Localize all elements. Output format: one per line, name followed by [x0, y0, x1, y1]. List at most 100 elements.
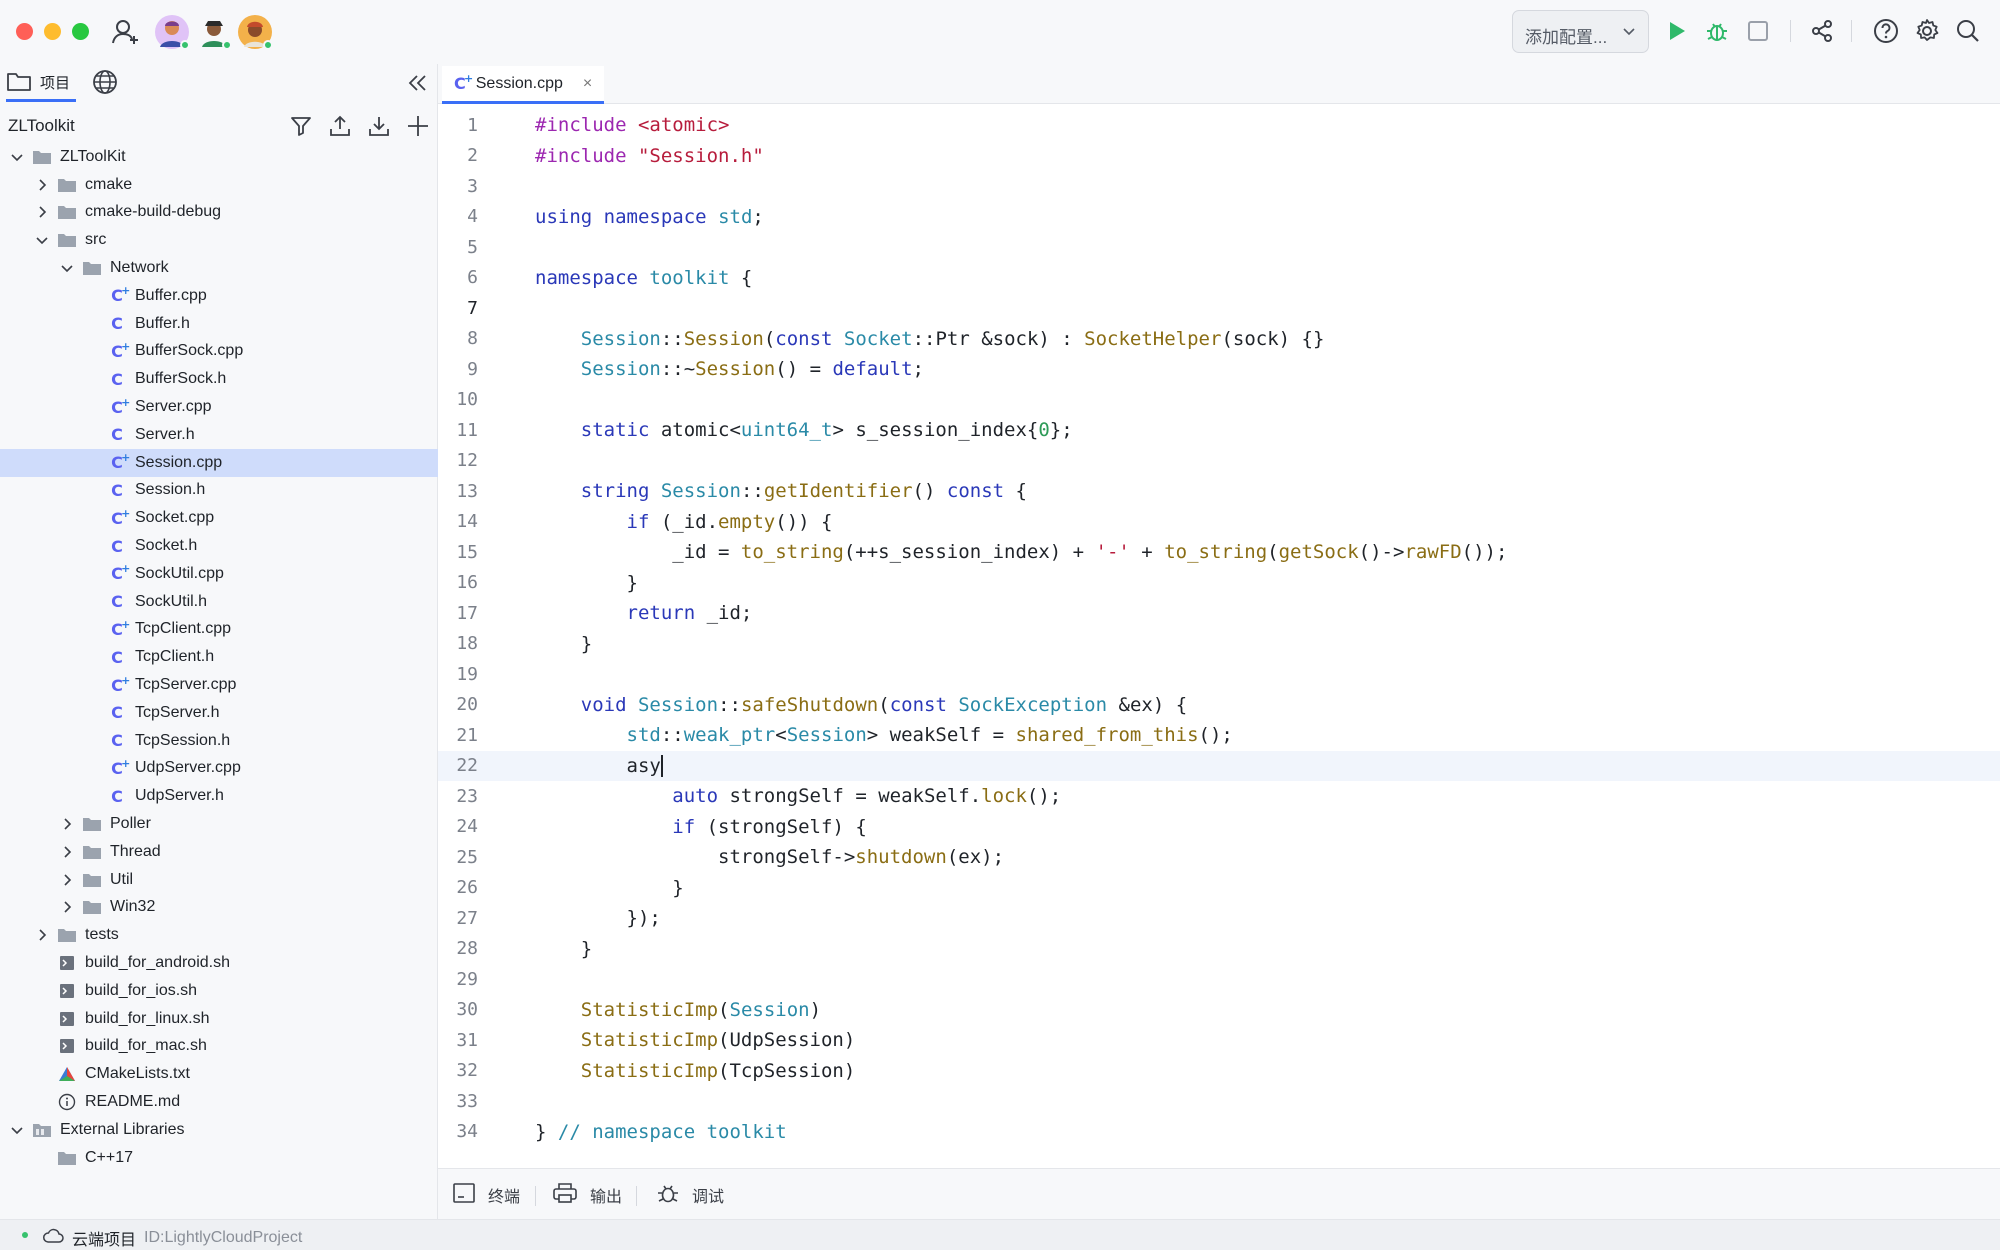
code-line[interactable]: 18 } [438, 629, 2000, 660]
tree-item[interactable]: C TcpSession.h [0, 727, 438, 755]
tab-output[interactable]: 输出 [552, 1182, 622, 1207]
tree-item[interactable]: C++17 [0, 1144, 438, 1172]
code-line[interactable]: 32 StatisticImp(TcpSession) [438, 1056, 2000, 1087]
help-icon[interactable] [1871, 16, 1901, 46]
minimize-window-button[interactable] [44, 23, 61, 40]
tree-item[interactable]: README.md [0, 1088, 438, 1116]
tree-item[interactable]: Network [0, 254, 438, 282]
code-line[interactable]: 14 if (_id.empty()) { [438, 507, 2000, 538]
code-line[interactable]: 7 [438, 293, 2000, 324]
tree-item[interactable]: build_for_ios.sh [0, 977, 438, 1005]
code-line[interactable]: 17 return _id; [438, 598, 2000, 629]
tree-item[interactable]: C Buffer.h [0, 310, 438, 338]
tree-item[interactable]: C + Session.cpp [0, 448, 438, 477]
code-line[interactable]: 19 [438, 659, 2000, 690]
code-editor[interactable]: 1 #include <atomic> 2 #include "Session.h" 3… [438, 104, 2000, 1168]
code-line[interactable]: 23 auto strongSelf = weakSelf.lock(); [438, 781, 2000, 812]
code-line[interactable]: 30 StatisticImp(Session) [438, 995, 2000, 1026]
chevron-right-icon[interactable] [33, 926, 51, 944]
chevron-right-icon[interactable] [33, 203, 51, 221]
code-line[interactable]: 2 #include "Session.h" [438, 141, 2000, 172]
tab-project[interactable]: 项目 [6, 66, 76, 102]
code-line[interactable]: 4 using namespace std; [438, 202, 2000, 233]
code-line[interactable]: 27 }); [438, 903, 2000, 934]
chevron-right-icon[interactable] [58, 843, 76, 861]
code-line[interactable]: 34} // namespace toolkit [438, 1117, 2000, 1148]
code-line[interactable]: 13 string Session::getIdentifier() const… [438, 476, 2000, 507]
add-file-icon[interactable] [405, 113, 431, 139]
maximize-window-button[interactable] [72, 23, 89, 40]
code-line[interactable]: 24 if (strongSelf) { [438, 812, 2000, 843]
tree-item[interactable]: C SockUtil.h [0, 588, 438, 616]
search-icon[interactable] [1953, 16, 1983, 46]
run-config-dropdown[interactable]: 添加配置... [1512, 10, 1649, 53]
tree-item[interactable]: cmake-build-debug [0, 199, 438, 227]
code-line[interactable]: 1 #include <atomic> [438, 110, 2000, 141]
tree-item[interactable]: tests [0, 921, 438, 949]
code-line[interactable]: 25 strongSelf->shutdown(ex); [438, 842, 2000, 873]
code-line[interactable]: 6 namespace toolkit { [438, 263, 2000, 294]
tree-item[interactable]: C Server.h [0, 421, 438, 449]
chevron-right-icon[interactable] [33, 176, 51, 194]
share-icon[interactable] [1807, 16, 1837, 46]
tree-item[interactable]: C + UdpServer.cpp [0, 755, 438, 783]
tree-item[interactable]: ZLToolKit [0, 143, 438, 171]
code-line[interactable]: 10 [438, 385, 2000, 416]
avatar[interactable] [155, 15, 190, 50]
stop-icon[interactable] [1743, 16, 1773, 46]
chevron-down-icon[interactable] [8, 1121, 26, 1139]
code-line[interactable]: 9 Session::~Session() = default; [438, 354, 2000, 385]
upload-icon[interactable] [327, 113, 353, 139]
tree-item[interactable]: build_for_linux.sh [0, 1005, 438, 1033]
tree-item[interactable]: C + Socket.cpp [0, 504, 438, 532]
chevron-right-icon[interactable] [58, 815, 76, 833]
tree-item[interactable]: CMakeLists.txt [0, 1060, 438, 1088]
tree-item[interactable]: External Libraries [0, 1116, 438, 1144]
tab-session-cpp[interactable]: C + Session.cpp × [442, 66, 605, 104]
code-line[interactable]: 15 _id = to_string(++s_session_index) + … [438, 537, 2000, 568]
chevron-down-icon[interactable] [8, 148, 26, 166]
code-line[interactable]: 28 } [438, 934, 2000, 965]
chevron-down-icon[interactable] [58, 259, 76, 277]
code-line[interactable]: 20 void Session::safeShutdown(const Sock… [438, 690, 2000, 721]
tree-item[interactable]: src [0, 226, 438, 254]
code-line[interactable]: 8 Session::Session(const Socket::Ptr &so… [438, 324, 2000, 355]
debug-icon[interactable] [1702, 16, 1732, 46]
tree-item[interactable]: Util [0, 866, 438, 894]
tree-item[interactable]: C + TcpClient.cpp [0, 616, 438, 644]
code-line[interactable]: 3 [438, 171, 2000, 202]
tree-item[interactable]: cmake [0, 171, 438, 199]
filter-icon[interactable] [288, 113, 314, 139]
run-icon[interactable] [1661, 16, 1691, 46]
code-line[interactable]: 11 static atomic<uint64_t> s_session_ind… [438, 415, 2000, 446]
settings-gear-icon[interactable] [1912, 16, 1942, 46]
code-line[interactable]: 22 asy [438, 750, 2000, 781]
tree-item[interactable]: Poller [0, 810, 438, 838]
code-line[interactable]: 33 [438, 1086, 2000, 1117]
avatar[interactable] [197, 15, 232, 50]
tab-terminal[interactable]: 终端 [452, 1182, 520, 1207]
chevron-right-icon[interactable] [58, 871, 76, 889]
code-line[interactable]: 21 std::weak_ptr<Session> weakSelf = sha… [438, 720, 2000, 751]
tree-item[interactable]: C BufferSock.h [0, 365, 438, 393]
code-line[interactable]: 16 } [438, 568, 2000, 599]
tree-item[interactable]: C + Server.cpp [0, 393, 438, 421]
tree-item[interactable]: Win32 [0, 894, 438, 922]
tree-item[interactable]: C Socket.h [0, 532, 438, 560]
tab-globe[interactable] [92, 66, 126, 102]
tree-item[interactable]: build_for_android.sh [0, 949, 438, 977]
tree-item[interactable]: C UdpServer.h [0, 782, 438, 810]
avatar[interactable] [238, 15, 273, 50]
close-tab-icon[interactable]: × [583, 75, 592, 93]
download-icon[interactable] [366, 113, 392, 139]
tree-item[interactable]: C + BufferSock.cpp [0, 338, 438, 366]
code-line[interactable]: 5 [438, 232, 2000, 263]
tree-item[interactable]: C TcpClient.h [0, 643, 438, 671]
code-line[interactable]: 26 } [438, 873, 2000, 904]
code-line[interactable]: 12 [438, 446, 2000, 477]
chevron-right-icon[interactable] [58, 898, 76, 916]
collapse-sidebar-icon[interactable] [404, 70, 430, 96]
close-window-button[interactable] [16, 23, 33, 40]
tree-item[interactable]: C TcpServer.h [0, 699, 438, 727]
cloud-project-status[interactable]: 云端项目 ID:LightlyCloudProject [42, 1226, 302, 1250]
